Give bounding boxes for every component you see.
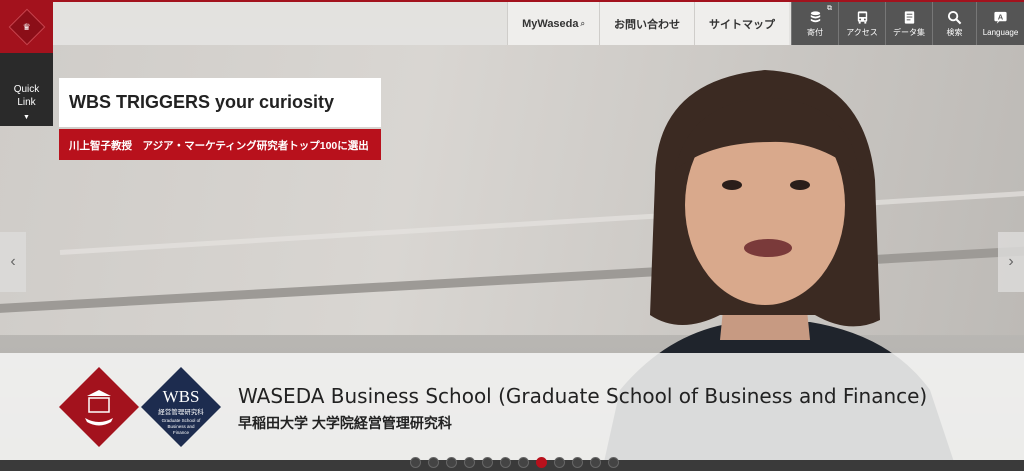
external-link-icon: ⧉ bbox=[827, 5, 832, 12]
nav-link-label: サイトマップ bbox=[709, 18, 775, 31]
language-icon: A bbox=[994, 11, 1007, 24]
carousel-dot[interactable] bbox=[554, 457, 565, 468]
waseda-logo[interactable]: ♛ bbox=[0, 0, 53, 53]
top-navigation-bar: MyWaseda ⌕ お問い合わせ サイトマップ ⧉ 寄付 アクセス データ集 … bbox=[53, 0, 1024, 45]
carousel-dot[interactable] bbox=[428, 457, 439, 468]
quick-link-label-2: Link bbox=[17, 97, 36, 108]
external-link-icon: ⌕ bbox=[580, 18, 585, 28]
svg-text:A: A bbox=[998, 12, 1004, 21]
carousel-prev-button[interactable]: ‹ bbox=[0, 232, 26, 292]
wbs-logo-en-1: Graduate School of bbox=[162, 418, 202, 423]
donation-coins-icon bbox=[810, 11, 820, 23]
carousel-dot[interactable] bbox=[536, 457, 547, 468]
wbs-logo-jp: 経営管理研究科 bbox=[158, 407, 204, 416]
wbs-logo-en-2: Business and bbox=[167, 424, 195, 429]
caret-down-icon: ▼ bbox=[23, 114, 30, 121]
logo-emblem: ♛ bbox=[8, 8, 45, 45]
access-button[interactable]: アクセス bbox=[838, 2, 885, 45]
wbs-diamond-logo bbox=[141, 367, 221, 447]
carousel-dot[interactable] bbox=[572, 457, 583, 468]
nav-link-label: お問い合わせ bbox=[614, 18, 680, 31]
nav-link-label: MyWaseda bbox=[522, 17, 579, 30]
waseda-diamond-logo bbox=[59, 367, 139, 447]
access-label: アクセス bbox=[846, 28, 878, 37]
wbs-logo-text: WBS bbox=[163, 387, 200, 406]
chevron-left-icon: ‹ bbox=[10, 253, 16, 270]
data-book-icon bbox=[904, 11, 914, 24]
carousel-dot[interactable] bbox=[446, 457, 457, 468]
carousel-dot[interactable] bbox=[518, 457, 529, 468]
carousel-dot[interactable] bbox=[464, 457, 475, 468]
donation-label: 寄付 bbox=[807, 28, 823, 37]
carousel-dot[interactable] bbox=[410, 457, 421, 468]
wbs-logo-en-3: Finance bbox=[173, 430, 190, 435]
nav-link-sitemap[interactable]: サイトマップ bbox=[694, 2, 789, 45]
search-icon bbox=[947, 10, 962, 25]
carousel-dot[interactable] bbox=[500, 457, 511, 468]
bus-icon bbox=[857, 11, 867, 24]
search-button[interactable]: 検索 bbox=[932, 2, 976, 45]
quick-link-button[interactable]: Quick Link ▼ bbox=[0, 53, 53, 126]
chevron-right-icon: › bbox=[1008, 253, 1014, 270]
quick-link-label-1: Quick bbox=[13, 84, 40, 95]
language-label: Language bbox=[982, 28, 1019, 37]
nav-links: MyWaseda ⌕ お問い合わせ サイトマップ bbox=[507, 2, 789, 47]
logo-glyph: ♛ bbox=[22, 20, 31, 31]
nav-link-mywaseda[interactable]: MyWaseda ⌕ bbox=[507, 2, 599, 45]
donation-button[interactable]: ⧉ 寄付 bbox=[791, 2, 838, 45]
wbs-logos[interactable]: WBS 経営管理研究科 Graduate School of Business … bbox=[59, 366, 229, 448]
carousel-next-button[interactable]: › bbox=[998, 232, 1024, 292]
hero-news-link[interactable]: 川上智子教授 アジア・マーケティング研究者トップ100に選出 bbox=[59, 129, 381, 160]
hero-headline[interactable]: WBS TRIGGERS your curiosity bbox=[59, 78, 381, 127]
carousel-dots bbox=[410, 457, 619, 468]
carousel-dot[interactable] bbox=[608, 457, 619, 468]
data-book-label: データ集 bbox=[893, 28, 925, 37]
school-subtitle: 早稲田大学 大学院経営管理研究科 bbox=[238, 415, 452, 431]
carousel-dot[interactable] bbox=[482, 457, 493, 468]
utility-icon-links: ⧉ 寄付 アクセス データ集 検索 A Language bbox=[791, 2, 1024, 47]
school-title: WASEDA Business School (Graduate School … bbox=[238, 384, 928, 408]
data-book-button[interactable]: データ集 bbox=[885, 2, 932, 45]
nav-link-contact[interactable]: お問い合わせ bbox=[599, 2, 694, 45]
search-label: 検索 bbox=[946, 28, 963, 37]
carousel-dot[interactable] bbox=[590, 457, 601, 468]
language-button[interactable]: A Language bbox=[976, 2, 1024, 45]
